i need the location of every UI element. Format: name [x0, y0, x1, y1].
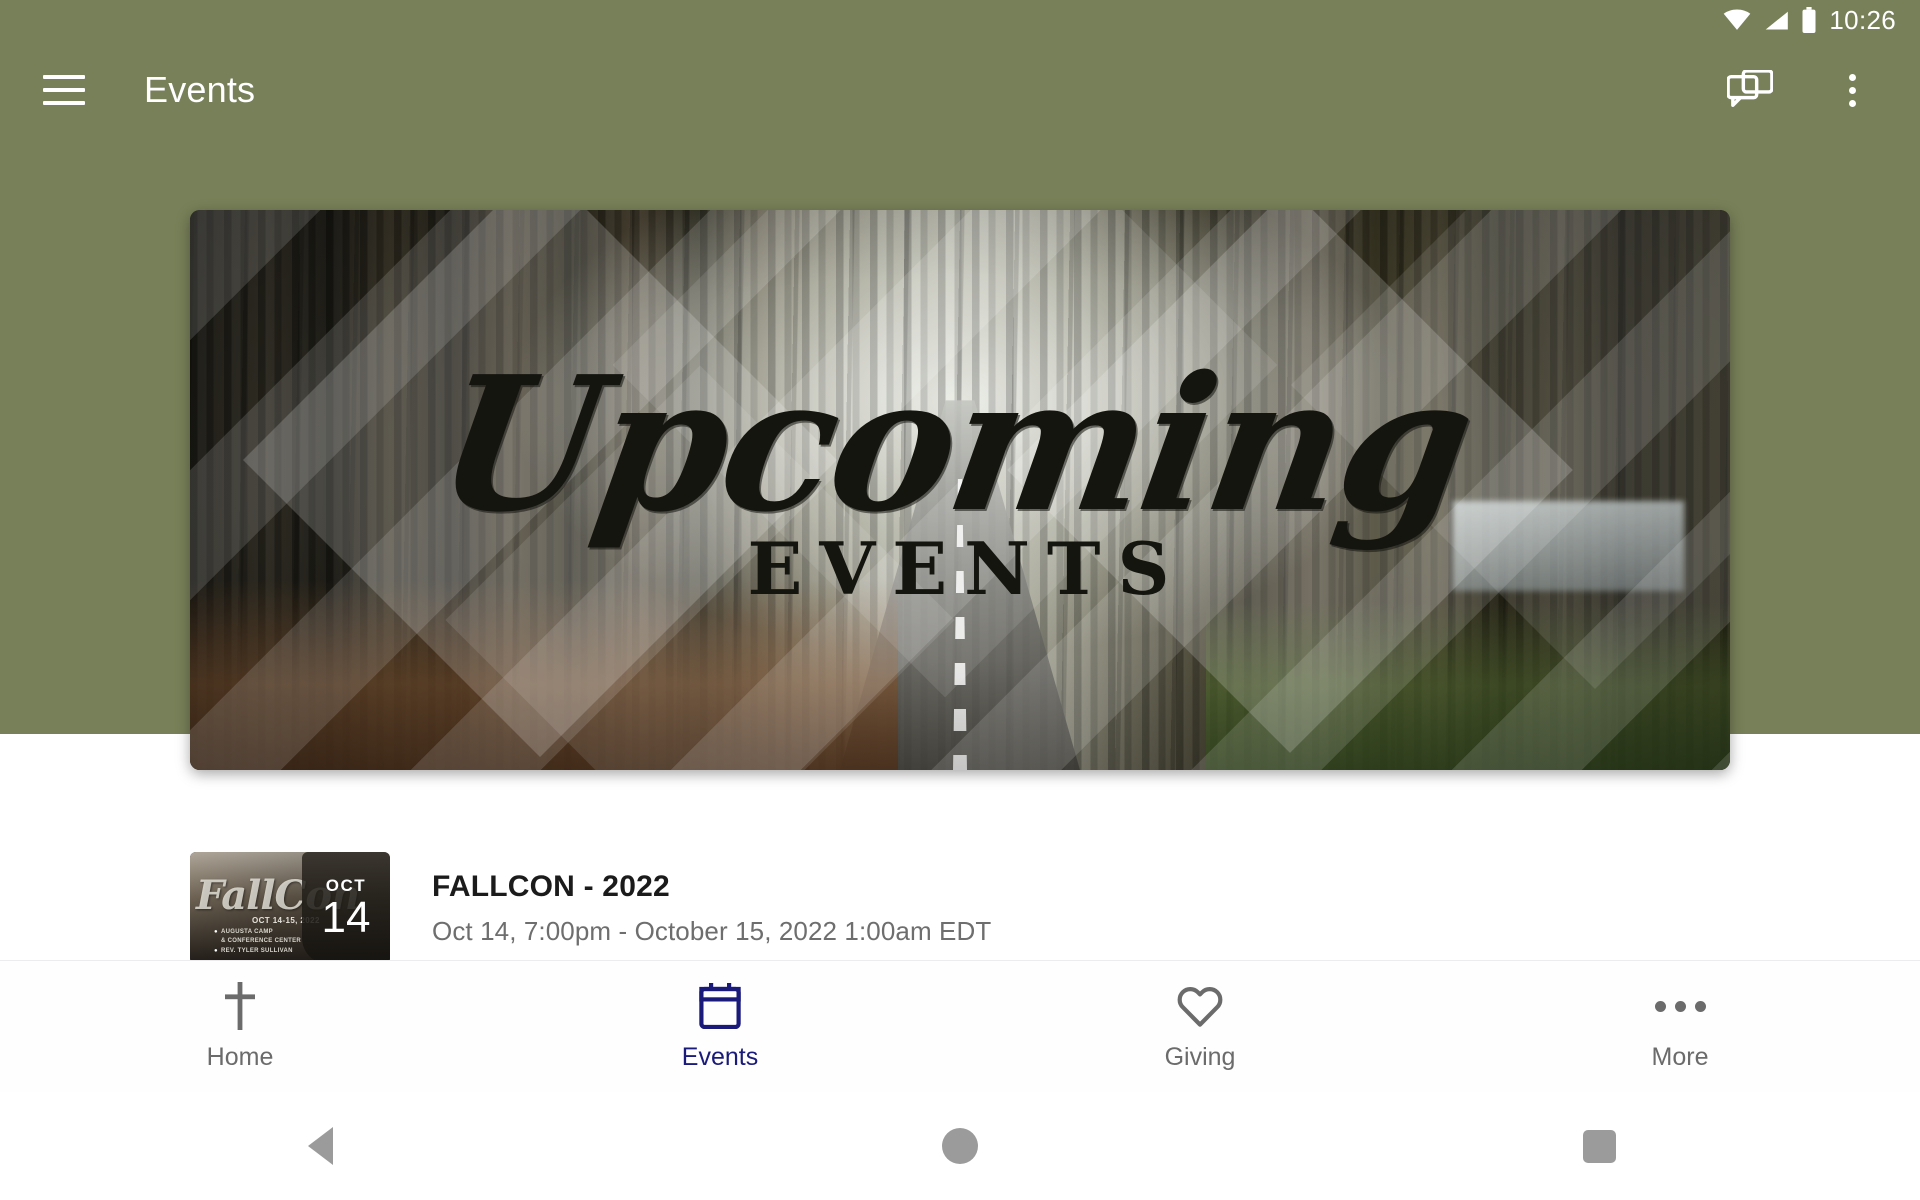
status-bar-clock: 10:26: [1829, 5, 1896, 35]
hamburger-menu-icon[interactable]: [28, 54, 100, 126]
event-datetime: Oct 14, 7:00pm - October 15, 2022 1:00am…: [432, 915, 992, 946]
android-home-button[interactable]: [640, 1128, 1280, 1164]
app-screen: 10:26 Events Upcoming EVENTS FallCon OCT…: [0, 0, 1920, 1200]
android-back-button[interactable]: [0, 1127, 640, 1165]
tab-label: Giving: [1164, 1043, 1236, 1071]
hero-text-block: Upcoming EVENTS: [190, 210, 1730, 770]
android-navigation-bar: [0, 1092, 1920, 1200]
tab-label: More: [1651, 1043, 1709, 1071]
bottom-navigation-bar: Home Events Giving More: [0, 960, 1920, 1092]
badge-day: 14: [321, 892, 371, 942]
tab-home[interactable]: Home: [0, 961, 480, 1092]
ellipsis-icon: [1654, 981, 1706, 1031]
wifi-icon: [1723, 9, 1751, 31]
status-bar: 10:26: [0, 0, 1920, 40]
page-title: Events: [144, 69, 256, 110]
event-info: FALLCON - 2022 Oct 14, 7:00pm - October …: [432, 870, 991, 947]
android-recents-button[interactable]: [1280, 1129, 1920, 1163]
thumb-meta: ● AUGUSTA CAMP & CONFERENCE CENTER ● REV. …: [214, 928, 301, 956]
app-bar-actions: [1720, 60, 1892, 120]
heart-icon: [1177, 981, 1223, 1031]
app-bar: Events: [0, 40, 1920, 140]
chat-bubbles-icon[interactable]: [1720, 60, 1780, 120]
cellular-signal-icon: [1763, 9, 1789, 31]
location-pin-icon: ●: [214, 929, 218, 935]
overflow-menu-icon[interactable]: [1822, 60, 1882, 120]
thumb-speaker: REV. TYLER SULLIVAN: [221, 947, 293, 954]
event-title: FALLCON - 2022: [432, 869, 670, 903]
tab-more[interactable]: More: [1440, 961, 1920, 1092]
badge-month: OCT: [325, 875, 367, 895]
battery-icon: [1801, 7, 1817, 33]
calendar-icon: [699, 981, 741, 1031]
event-date-badge: OCT 14: [302, 852, 390, 964]
cross-icon: [223, 981, 257, 1031]
thumb-venue-line2: & CONFERENCE CENTER: [221, 938, 302, 945]
person-icon: ●: [214, 947, 218, 954]
back-triangle-icon: [307, 1127, 333, 1165]
thumb-venue-line1: AUGUSTA CAMP: [221, 929, 273, 935]
tab-giving[interactable]: Giving: [960, 961, 1440, 1092]
home-circle-icon: [941, 1128, 978, 1164]
tab-events[interactable]: Events: [480, 961, 960, 1092]
tab-label: Events: [681, 1043, 759, 1071]
event-thumbnail: FallCon OCT 14-15, 2022 ● AUGUSTA CAMP & …: [190, 852, 390, 964]
tab-label: Home: [206, 1043, 274, 1071]
hero-banner[interactable]: Upcoming EVENTS: [190, 210, 1730, 770]
recents-square-icon: [1583, 1129, 1617, 1163]
hero-script-title: Upcoming: [424, 334, 1484, 553]
